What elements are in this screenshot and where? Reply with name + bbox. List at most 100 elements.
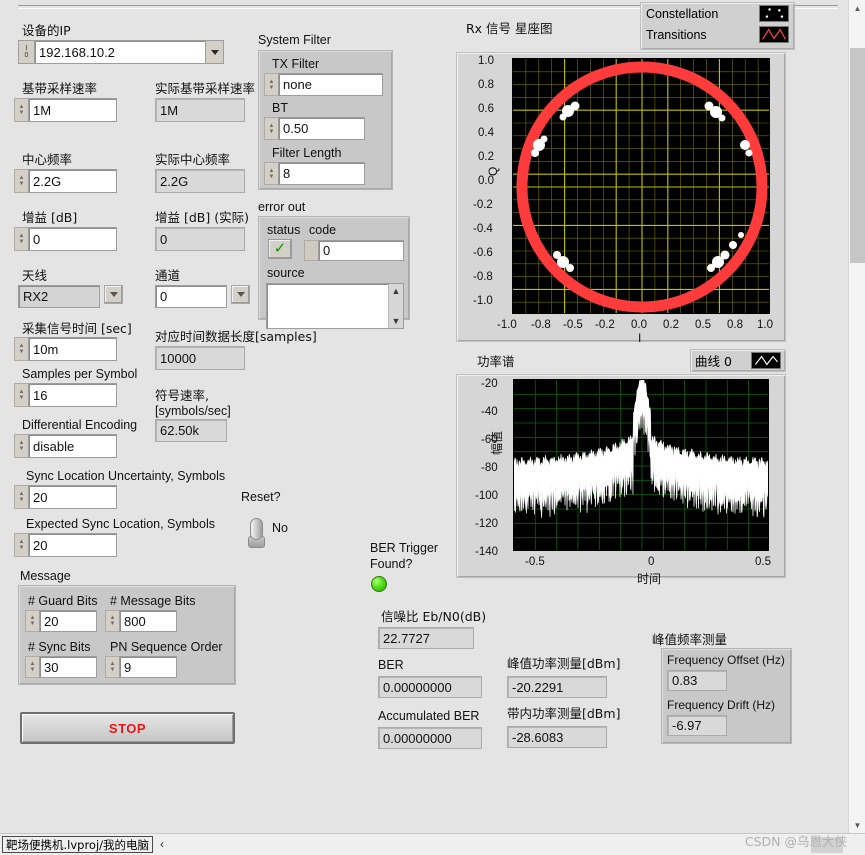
device-ip-input[interactable]: 192.168.10.2 xyxy=(34,40,206,64)
device-ip-control[interactable]: I0 192.168.10.2 xyxy=(18,40,224,64)
spinner-icon[interactable]: ▲ ▼ xyxy=(14,485,28,509)
spinner-icon[interactable]: ▲ ▼ xyxy=(264,117,278,140)
spinner-icon[interactable]: ▲ ▼ xyxy=(14,383,28,407)
toggle-lever[interactable] xyxy=(250,518,263,540)
spinner-icon[interactable]: ▲ ▼ xyxy=(105,610,119,632)
reset-label: Reset? xyxy=(241,490,281,504)
guard-bits-label: # Guard Bits xyxy=(28,594,98,608)
spinner-icon[interactable]: ▲ ▼ xyxy=(25,656,39,678)
spec-ytick-1: -40 xyxy=(481,406,498,418)
spinner-icon[interactable]: ▲ ▼ xyxy=(14,434,28,458)
pn-order-control[interactable]: ▲ ▼ 9 xyxy=(105,656,177,678)
message-bits-label: # Message Bits xyxy=(110,594,196,608)
error-source-scrollbar[interactable]: ▲ ▼ xyxy=(388,284,403,328)
center-freq-input[interactable]: 2.2G xyxy=(28,169,117,193)
sync-uncertainty-input[interactable]: 20 xyxy=(28,485,117,509)
const-ytick-0: 1.0 xyxy=(478,55,494,67)
spinner-icon[interactable]: ▲ ▼ xyxy=(105,656,119,678)
ber-trigger-label-line2: Found? xyxy=(370,557,413,571)
const-ytick-4: 0.2 xyxy=(478,151,494,163)
acq-time-control[interactable]: ▲ ▼ 10m xyxy=(14,337,117,361)
chevron-down-icon[interactable]: ▼ xyxy=(392,316,401,326)
vertical-scrollbar[interactable]: ▲ ▼ xyxy=(848,0,865,833)
diff-encoding-input[interactable]: disable xyxy=(28,434,117,458)
spinner-icon[interactable]: ▲ ▼ xyxy=(14,337,28,361)
sync-uncertainty-control[interactable]: ▲ ▼ 20 xyxy=(14,485,117,509)
const-xlabel: I xyxy=(638,331,642,345)
expected-sync-input[interactable]: 20 xyxy=(28,533,117,557)
spinner-icon[interactable]: ▲ ▼ xyxy=(264,162,278,185)
message-bits-control[interactable]: ▲ ▼ 800 xyxy=(105,610,177,632)
spectrum-legend[interactable]: 曲线 0 xyxy=(690,349,786,372)
channel-value[interactable]: 0 xyxy=(155,285,227,308)
spinner-icon[interactable]: ▲ ▼ xyxy=(264,73,278,96)
bt-control[interactable]: ▲ ▼ 0.50 xyxy=(264,117,365,140)
samples-per-symbol-input[interactable]: 16 xyxy=(28,383,117,407)
spec-ytick-4: -100 xyxy=(475,490,499,502)
legend-label-constellation: Constellation xyxy=(646,6,719,21)
spinner-icon[interactable]: ▲ ▼ xyxy=(14,533,28,557)
legend-item-transitions[interactable]: Transitions xyxy=(641,24,794,45)
sync-bits-label: # Sync Bits xyxy=(28,640,91,654)
legend-item-constellation[interactable]: Constellation xyxy=(641,3,794,24)
error-source-textbox[interactable]: ▲ ▼ xyxy=(266,283,404,329)
tx-filter-input[interactable]: none xyxy=(278,73,383,96)
chevron-up-icon[interactable]: ▲ xyxy=(392,286,401,296)
const-ytick-6: -0.2 xyxy=(473,199,493,211)
gain-input[interactable]: 0 xyxy=(28,227,117,251)
bt-input[interactable]: 0.50 xyxy=(278,117,365,140)
gain-control[interactable]: ▲ ▼ 0 xyxy=(14,227,117,251)
baseband-rate-input[interactable]: 1M xyxy=(28,98,117,122)
pn-order-input[interactable]: 9 xyxy=(119,656,177,678)
error-code-value: 0 xyxy=(318,240,404,261)
scroll-up-icon[interactable]: ▲ xyxy=(849,0,865,16)
scroll-down-icon[interactable]: ▼ xyxy=(849,817,865,833)
const-xtick-6: 0.5 xyxy=(695,319,711,331)
scrollbar-thumb[interactable] xyxy=(850,48,865,263)
center-freq-control[interactable]: ▲ ▼ 2.2G xyxy=(14,169,117,193)
zigzag-icon[interactable] xyxy=(759,26,789,43)
expected-sync-control[interactable]: ▲ ▼ 20 xyxy=(14,533,117,557)
filter-length-input[interactable]: 8 xyxy=(278,162,365,185)
spec-xtick-2: 0.5 xyxy=(755,556,771,568)
spectrum-plot-area[interactable] xyxy=(513,379,769,551)
acc-ber-label: Accumulated BER xyxy=(378,709,480,723)
status-project-path[interactable]: 靶场便携机.lvproj/我的电脑 xyxy=(2,836,154,853)
spectrum-title: 功率谱 xyxy=(477,354,515,369)
device-ip-dropdown-icon[interactable] xyxy=(206,40,224,64)
spinner-icon[interactable]: ▲ ▼ xyxy=(14,227,28,251)
status-chevron-icon[interactable]: ‹ xyxy=(160,837,164,851)
error-source-label: source xyxy=(267,266,305,280)
tx-filter-control[interactable]: ▲ ▼ none xyxy=(264,73,383,96)
dots-icon[interactable] xyxy=(759,5,789,22)
channel-dropdown-icon[interactable] xyxy=(231,285,250,304)
spinner-icon[interactable]: ▲ ▼ xyxy=(14,98,28,122)
diff-encoding-label: Differential Encoding xyxy=(22,418,138,432)
message-bits-input[interactable]: 800 xyxy=(119,610,177,632)
legend-item-curve0[interactable]: 曲线 0 xyxy=(691,350,785,371)
diff-encoding-control[interactable]: ▲ ▼ disable xyxy=(14,434,117,458)
antenna-dropdown-icon[interactable] xyxy=(104,285,123,304)
samples-per-symbol-control[interactable]: ▲ ▼ 16 xyxy=(14,383,117,407)
symbol-rate-label-line1: 符号速率, xyxy=(155,388,209,403)
sync-bits-control[interactable]: ▲ ▼ 30 xyxy=(25,656,97,678)
constellation-plot-area[interactable] xyxy=(512,58,770,314)
inband-power-label: 带内功率测量[dBm] xyxy=(507,706,621,721)
antenna-value[interactable]: RX2 xyxy=(18,285,100,308)
actual-baseband-rate-label: 实际基带采样速率 xyxy=(155,81,256,96)
stop-button[interactable]: STOP xyxy=(20,712,235,744)
symbol-rate-label-line2: [symbols/sec] xyxy=(155,404,231,418)
guard-bits-control[interactable]: ▲ ▼ 20 xyxy=(25,610,97,632)
error-code-control: 0 xyxy=(304,240,404,261)
baseband-rate-control[interactable]: ▲ ▼ 1M xyxy=(14,98,117,122)
constellation-legend[interactable]: Constellation Transitions xyxy=(640,2,795,50)
reset-toggle[interactable] xyxy=(248,518,265,548)
filter-length-control[interactable]: ▲ ▼ 8 xyxy=(264,162,365,185)
acq-time-input[interactable]: 10m xyxy=(28,337,117,361)
guard-bits-input[interactable]: 20 xyxy=(39,610,97,632)
spinner-icon[interactable]: ▲ ▼ xyxy=(14,169,28,193)
sync-bits-input[interactable]: 30 xyxy=(39,656,97,678)
error-status-label: status xyxy=(267,223,301,237)
spinner-icon[interactable]: ▲ ▼ xyxy=(25,610,39,632)
zigzag-icon[interactable] xyxy=(751,352,781,369)
